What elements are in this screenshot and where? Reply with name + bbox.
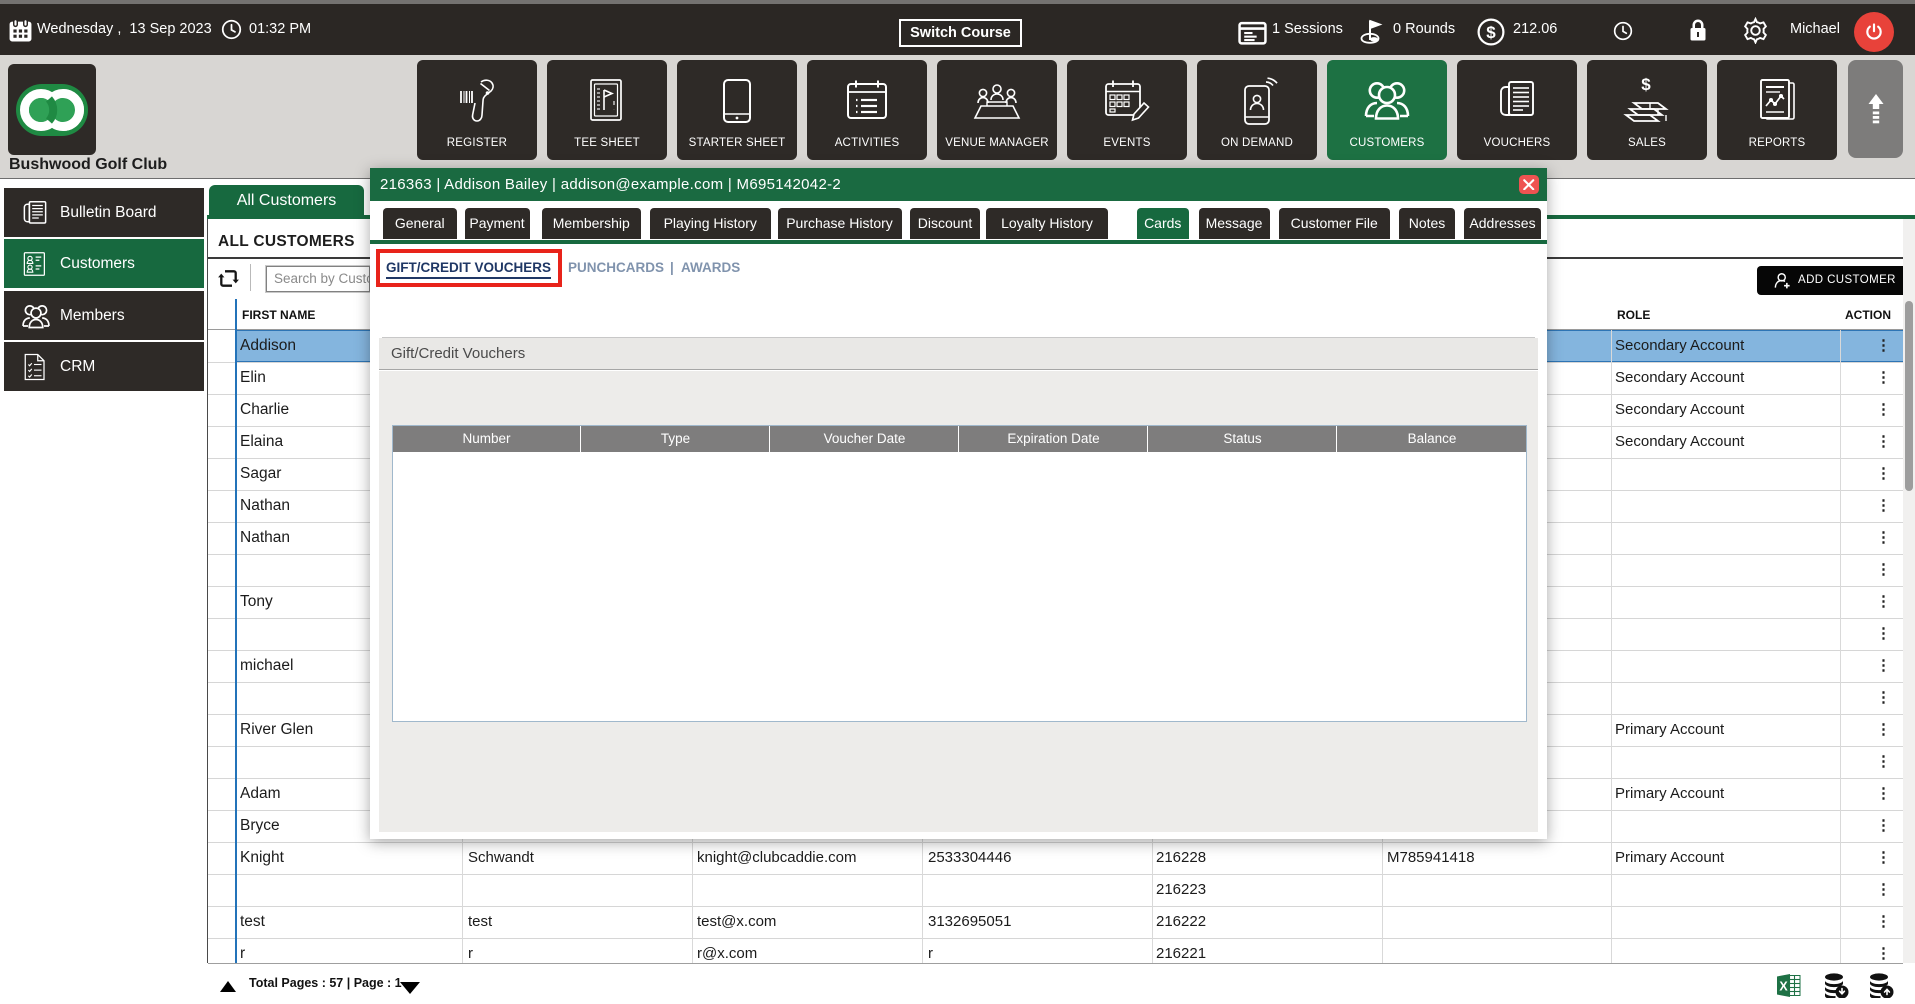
svg-text:$: $ (1486, 23, 1496, 42)
svg-text:X: X (1779, 980, 1788, 994)
svg-text:$: $ (1641, 76, 1651, 94)
